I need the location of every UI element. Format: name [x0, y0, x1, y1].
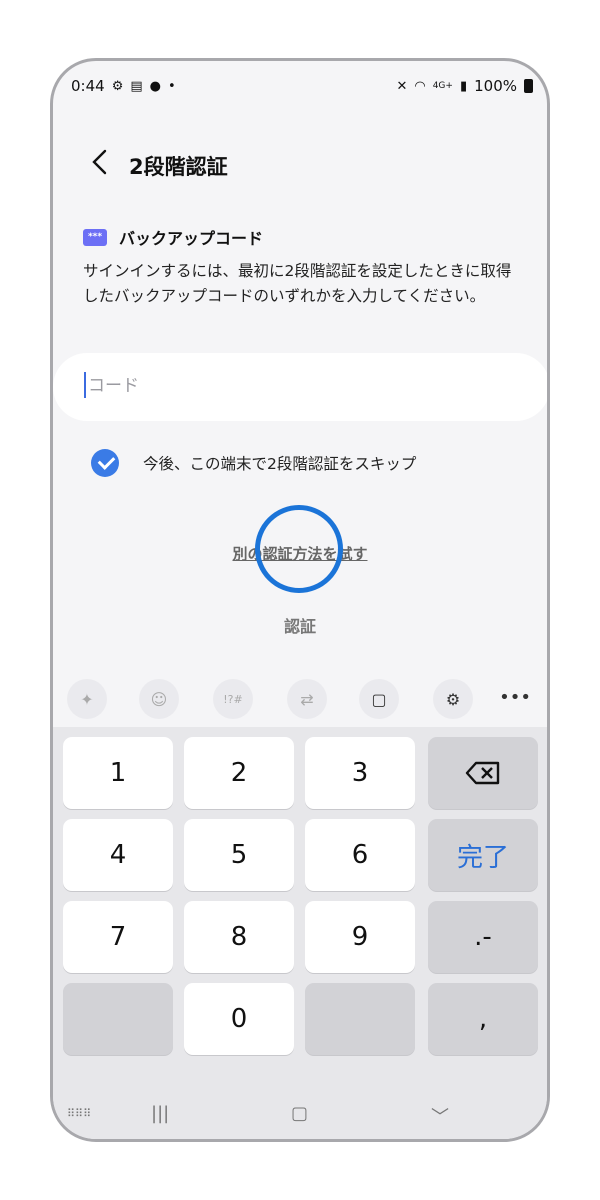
navigation-bar: ⠿⠿⠿ ||| ▢ ﹀ — [53, 1085, 547, 1139]
more-notifications-dot-icon: • — [167, 78, 176, 94]
phone-screen: 0:44 ⚙ ▤ ● • ✕ ◠ 4G+ ▮ 100% 2段階認証 *** バッ… — [50, 58, 550, 1142]
page-title: 2段階認証 — [129, 155, 228, 179]
status-bar: 0:44 ⚙ ▤ ● • ✕ ◠ 4G+ ▮ 100% — [53, 61, 547, 109]
home-icon[interactable]: ▢ — [291, 1103, 308, 1124]
dot-dash-key[interactable]: .- — [428, 901, 538, 973]
translate-icon[interactable]: ⇄ — [287, 679, 327, 719]
network-type: 4G+ — [432, 81, 453, 91]
key-0[interactable]: 0 — [184, 983, 294, 1055]
blank-key-right — [305, 983, 415, 1055]
time-text: 0:44 — [71, 77, 105, 95]
numeric-keyboard: 1 2 3 4 5 6 完了 7 8 9 .- 0 , — [53, 727, 547, 1139]
key-9[interactable]: 9 — [305, 901, 415, 973]
ai-sparkle-icon[interactable]: ✦ — [67, 679, 107, 719]
skip-checkbox-row[interactable]: 今後、この端末で2段階認証をスキップ — [91, 449, 416, 477]
checkbox-checked-icon[interactable] — [91, 449, 119, 477]
wifi-icon: ◠ — [414, 78, 426, 94]
hide-keyboard-icon[interactable]: ﹀ — [431, 1103, 449, 1129]
description-text: サインインするには、最初に2段階認証を設定したときに取得したバックアップコードの… — [83, 262, 512, 305]
password-icon: *** — [83, 228, 107, 246]
key-7[interactable]: 7 — [63, 901, 173, 973]
highlight-circle — [255, 505, 343, 593]
recent-apps-icon[interactable]: ||| — [151, 1103, 169, 1124]
section-title: バックアップコード — [119, 229, 264, 248]
key-4[interactable]: 4 — [63, 819, 173, 891]
backspace-key[interactable] — [428, 737, 538, 809]
blank-key-left — [63, 983, 173, 1055]
key-5[interactable]: 5 — [184, 819, 294, 891]
clipboard-icon[interactable]: ▢ — [359, 679, 399, 719]
keyboard-toolbar: ✦ ☺ !?# ⇄ ▢ ⚙ ••• — [53, 673, 547, 727]
done-key[interactable]: 完了 — [428, 819, 538, 891]
emoji-icon[interactable]: ☺ — [139, 679, 179, 719]
symbols-icon[interactable]: !?# — [213, 679, 253, 719]
verify-button[interactable]: 認証 — [53, 613, 547, 637]
key-8[interactable]: 8 — [184, 901, 294, 973]
chat-notification-icon: ● — [149, 78, 161, 94]
battery-icon — [524, 79, 533, 93]
keyboard-settings-icon[interactable]: ⚙ — [433, 679, 473, 719]
section-header: *** バックアップコード — [83, 225, 263, 249]
code-input[interactable] — [86, 367, 510, 405]
backspace-icon — [465, 761, 500, 785]
more-options-icon[interactable]: ••• — [499, 687, 531, 708]
back-arrow-icon[interactable] — [85, 147, 115, 177]
sim-notification-icon: ▤ — [130, 78, 143, 94]
key-6[interactable]: 6 — [305, 819, 415, 891]
code-input-field[interactable] — [53, 353, 547, 421]
signal-icon: ▮ — [459, 78, 468, 94]
mute-icon: ✕ — [396, 78, 408, 94]
battery-percent: 100% — [474, 77, 517, 95]
key-2[interactable]: 2 — [184, 737, 294, 809]
comma-key[interactable]: , — [428, 983, 538, 1055]
app-header: 2段階認証 — [53, 143, 547, 183]
key-3[interactable]: 3 — [305, 737, 415, 809]
keyboard-switch-icon[interactable]: ⠿⠿⠿ — [67, 1107, 91, 1120]
skip-checkbox-label: 今後、この端末で2段階認証をスキップ — [143, 455, 417, 473]
key-1[interactable]: 1 — [63, 737, 173, 809]
settings-notification-icon: ⚙ — [111, 78, 124, 94]
